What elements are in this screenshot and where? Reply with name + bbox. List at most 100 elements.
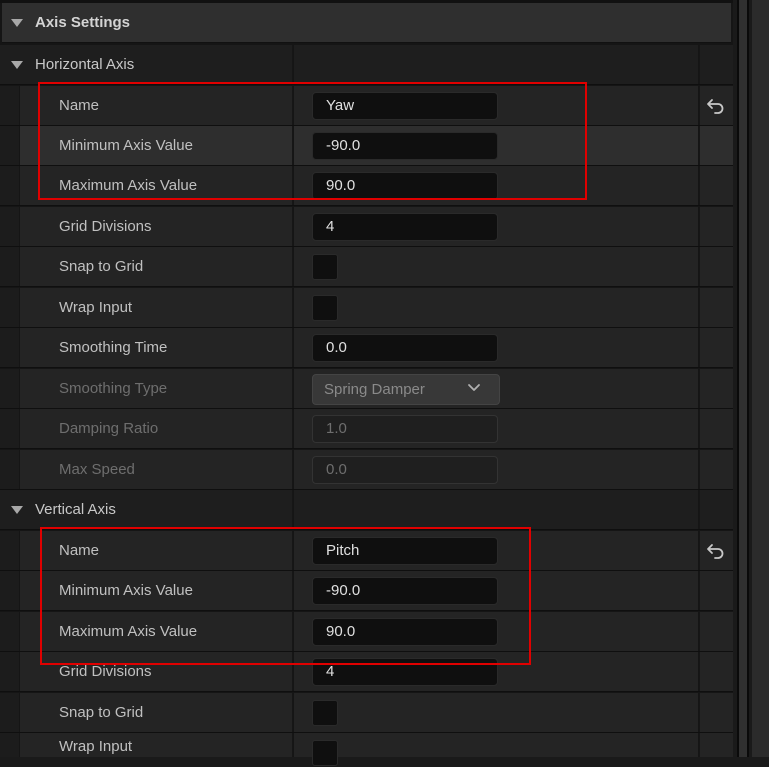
value-cell: Yaw [294,86,698,125]
indent [0,652,20,691]
scrollbar-thumb[interactable] [739,0,747,757]
property-row-wrap-input: Wrap Input [0,288,733,328]
wrap-input-checkbox[interactable] [312,295,338,321]
reset-cell [699,531,733,570]
reset-cell [699,328,733,367]
smoothing-type-value: Spring Damper [324,381,425,398]
value-cell: Pitch [294,531,698,570]
indent [0,288,20,327]
name-input[interactable]: Pitch [312,537,498,565]
label-cell [0,288,293,327]
collapse-triangle-icon[interactable] [11,19,23,27]
label-cell [0,531,293,570]
snap-to-grid-checkbox[interactable] [312,254,338,280]
label-cell [0,86,293,125]
property-row-min-axis-value: Minimum Axis Value -90.0 [0,571,733,611]
property-label: Grid Divisions [59,663,152,680]
value-cell [294,733,698,766]
property-label: Wrap Input [59,299,133,316]
smoothing-type-dropdown[interactable]: Spring Damper [312,374,500,405]
value-cell: 90.0 [294,166,698,205]
property-label: Maximum Axis Value [59,177,198,194]
reset-cell [699,166,733,205]
section-axis-settings[interactable]: Axis Settings [2,3,731,43]
value-cell [294,490,698,529]
indent [0,166,20,205]
max-axis-value-input[interactable]: 90.0 [312,172,498,200]
grid-divisions-input[interactable]: 4 [312,658,498,686]
property-row-max-speed: Max Speed 0.0 [0,450,733,490]
property-row-grid-divisions: Grid Divisions 4 [0,207,733,247]
name-value: Yaw [326,97,355,114]
value-cell: 1.0 [294,409,698,448]
collapse-triangle-icon[interactable] [11,506,23,514]
vertical-scrollbar[interactable] [737,0,749,757]
label-cell [0,693,293,732]
property-row-grid-divisions: Grid Divisions 4 [0,652,733,692]
name-value: Pitch [326,542,360,559]
min-axis-value: -90.0 [326,582,361,599]
details-panel: Axis Settings Horizontal Axis Name Yaw M… [0,0,733,766]
max-axis-value: 90.0 [326,623,356,640]
grid-divisions-value: 4 [326,663,335,680]
group-vertical-axis[interactable]: Vertical Axis [0,490,733,530]
reset-cell [699,612,733,651]
damping-ratio-input[interactable]: 1.0 [312,415,498,443]
reset-to-default-icon[interactable] [706,97,726,115]
smoothing-time-input[interactable]: 0.0 [312,334,498,362]
property-row-wrap-input: Wrap Input [0,733,733,766]
label-cell [0,450,293,489]
property-row-max-axis-value: Maximum Axis Value 90.0 [0,612,733,652]
label-cell [0,733,293,757]
property-label: Maximum Axis Value [59,623,198,640]
value-cell [294,288,698,327]
reset-cell [699,288,733,327]
indent [0,531,20,570]
property-label: Wrap Input [59,738,133,755]
reset-cell [699,409,733,448]
property-row-max-axis-value: Maximum Axis Value 90.0 [0,166,733,206]
reset-cell [699,693,733,732]
group-title: Vertical Axis [35,501,116,518]
indent [0,86,20,125]
indent [0,571,20,610]
max-axis-value-input[interactable]: 90.0 [312,618,498,646]
property-row-min-axis-value: Minimum Axis Value -90.0 [0,126,733,166]
property-label: Minimum Axis Value [59,137,193,154]
max-speed-input[interactable]: 0.0 [312,456,498,484]
indent [0,450,20,489]
indent [0,369,20,408]
value-cell: 4 [294,207,698,246]
reset-cell [699,126,733,165]
indent [0,733,20,757]
property-label: Name [59,97,100,114]
wrap-input-checkbox[interactable] [312,740,338,766]
indent [0,328,20,367]
value-cell: 90.0 [294,612,698,651]
reset-cell [699,450,733,489]
property-row-smoothing-type: Smoothing Type Spring Damper [0,369,733,409]
property-label: Grid Divisions [59,218,152,235]
value-cell: -90.0 [294,571,698,610]
max-axis-value: 90.0 [326,177,356,194]
property-label: Max Speed [59,461,135,478]
value-cell [294,693,698,732]
chevron-down-icon [468,384,480,391]
group-horizontal-axis[interactable]: Horizontal Axis [0,45,733,85]
property-label: Smoothing Time [59,339,168,356]
min-axis-value-input[interactable]: -90.0 [312,577,498,605]
value-cell [294,45,698,84]
snap-to-grid-checkbox[interactable] [312,700,338,726]
reset-cell [699,247,733,286]
indent [0,207,20,246]
name-input[interactable]: Yaw [312,92,498,120]
indent [0,126,20,165]
min-axis-value-input[interactable]: -90.0 [312,132,498,160]
value-cell: 0.0 [294,450,698,489]
collapse-triangle-icon[interactable] [11,61,23,69]
property-label: Snap to Grid [59,258,144,275]
grid-divisions-input[interactable]: 4 [312,213,498,241]
reset-to-default-icon[interactable] [706,542,726,560]
label-cell [0,247,293,286]
property-row-smoothing-time: Smoothing Time 0.0 [0,328,733,368]
